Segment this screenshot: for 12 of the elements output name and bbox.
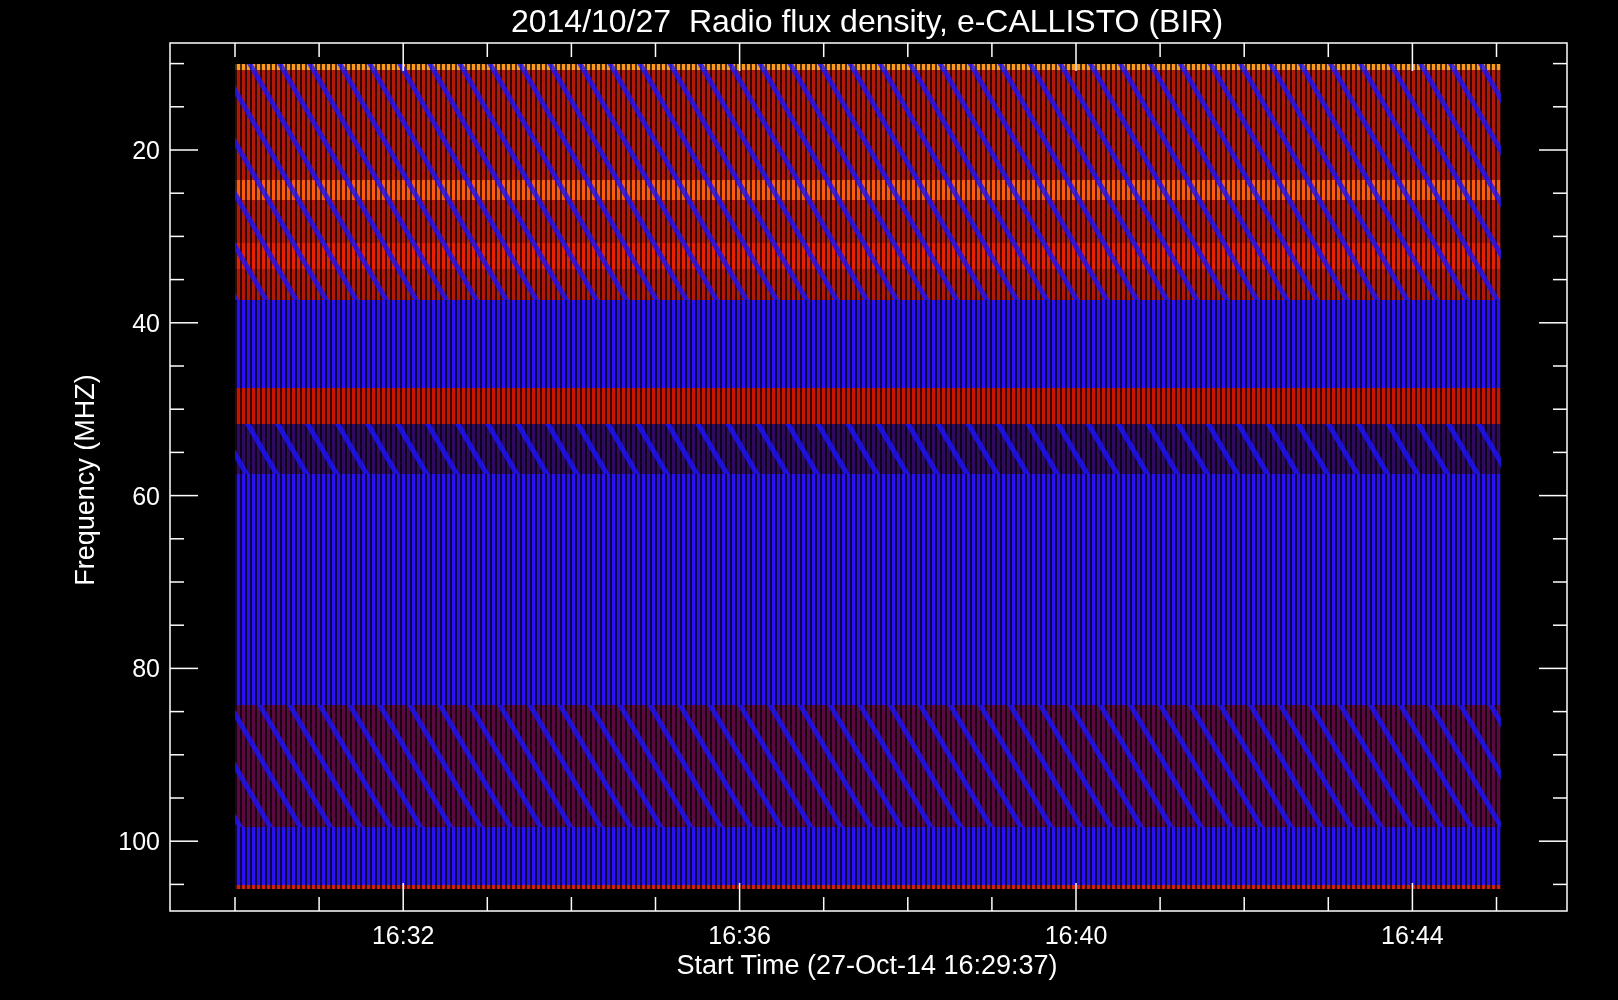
x-axis-label: Start Time (27-Oct-14 16:29:37) bbox=[676, 950, 1058, 980]
y-tick-label: 60 bbox=[132, 481, 160, 510]
y-tick-label: 20 bbox=[132, 136, 160, 164]
y-tick-label: 100 bbox=[118, 827, 160, 856]
y-axis-label: Frequency (MHZ) bbox=[70, 374, 100, 586]
x-tick-label: 16:32 bbox=[371, 921, 435, 949]
chart-title: 2014/10/27 Radio flux density, e-CALLISTO (BIR) bbox=[510, 3, 1224, 39]
y-tick-label: 80 bbox=[132, 654, 160, 683]
x-tick-label: 16:44 bbox=[1381, 921, 1444, 949]
x-tick-label: 16:36 bbox=[708, 921, 771, 949]
x-tick-label: 16:40 bbox=[1044, 921, 1108, 949]
y-tick-label: 40 bbox=[132, 308, 160, 337]
